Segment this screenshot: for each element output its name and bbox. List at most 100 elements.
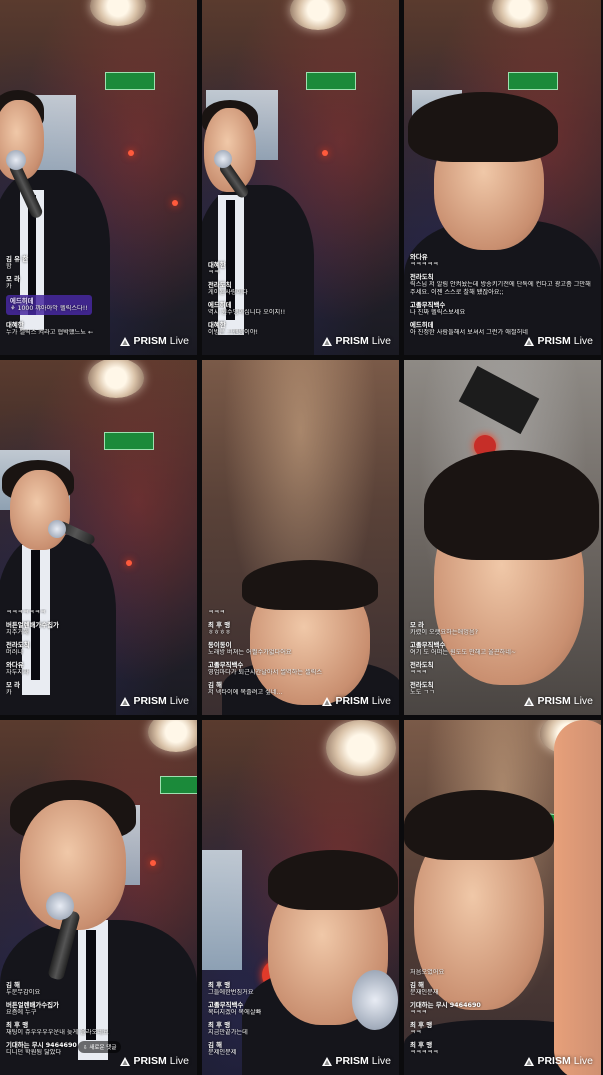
prism-logo-icon bbox=[120, 696, 131, 706]
chat-text: ㅋㅋㅋ bbox=[208, 609, 226, 616]
prism-logo-icon bbox=[524, 696, 535, 706]
stream-panel-5[interactable]: ㅋㅋㅋ 최 후 맹 ㅎㅎㅎㅎ 동이동이 노래방 버쳐는 어쩔수가없다어요 고졸무… bbox=[202, 360, 399, 715]
chat-text: 문재인문재 bbox=[410, 989, 439, 996]
chat-username: 전라도칙 bbox=[6, 641, 30, 649]
brand-suffix: Live bbox=[573, 335, 593, 347]
chat-username: 모 라 bbox=[6, 275, 20, 283]
brand-suffix: Live bbox=[371, 335, 391, 347]
chat-username: 김 해 bbox=[6, 981, 20, 989]
chat-text: 영업마다가 퇴근시간날아서 썰역하는 셀릭스 bbox=[208, 669, 323, 676]
exit-sign bbox=[104, 432, 154, 450]
chat-overlay: 모 라 카렸이 오랫요하는애멍음? 고졸무직백수 여기 도 어떠는 원도도 만해… bbox=[410, 617, 595, 697]
chat-text: ㅋㅋㅋ bbox=[410, 669, 428, 676]
chat-username: 고졸무직백수 bbox=[208, 661, 244, 669]
ceiling-light bbox=[326, 720, 396, 776]
chat-message: 최 후 맹 채팅이 쥬우우우우운내 늦게 올라오네요 bbox=[6, 1021, 191, 1037]
chat-message: 모 라 카 bbox=[6, 275, 191, 291]
chat-message: 최 후 맹 지금만끝가는데 bbox=[208, 1021, 393, 1037]
prism-live-watermark: PRISM Live bbox=[524, 695, 593, 707]
chat-message: 고졸무직백수 여기 도 어떠는 원도도 만해고 울끈하네~ bbox=[410, 641, 595, 657]
chat-message: 전라도칙 ㅋㅋㅋ bbox=[410, 661, 595, 677]
prism-live-watermark: PRISM Live bbox=[120, 335, 189, 347]
stream-panel-9[interactable]: 처음오였어요 김 해 문재인문재 기대하는 무시 9464690 ㅋㅋㅋ 최 후… bbox=[404, 720, 601, 1075]
chat-text: ㅋㅋ bbox=[208, 269, 220, 276]
prism-live-watermark: PRISM Live bbox=[322, 1055, 391, 1067]
chat-username: 전라도칙 bbox=[410, 661, 434, 669]
chat-overlay: 대혜한 ㅋㅋ 전라도칙 게이된사랑이다 에드히데 역시 원수맹이십니다 오이지!… bbox=[208, 257, 393, 337]
window bbox=[202, 850, 242, 970]
prism-live-watermark: PRISM Live bbox=[322, 335, 391, 347]
chat-text: ㅋㅋㅋㅋㅋ bbox=[410, 261, 439, 268]
exit-sign bbox=[508, 72, 558, 90]
brand-suffix: Live bbox=[169, 695, 189, 707]
chat-message: 동이동이 노래방 버쳐는 어쩔수가없다어요 bbox=[208, 641, 393, 657]
chat-username: 최 후 맹 bbox=[410, 1021, 433, 1029]
brand-suffix: Live bbox=[573, 695, 593, 707]
chat-message: 최 후 맹 그들에한번짐거요 bbox=[208, 981, 393, 997]
chat-text: 두문무감이요 bbox=[6, 989, 41, 996]
chat-text: ㅋㅋㅋㅋㅋㅋㅋ bbox=[6, 609, 46, 616]
stream-panel-1[interactable]: 김 유 한 함 모 라 카 에드히데 ⚘ 1000 꺄아아악 헬릭스다!! 대혜… bbox=[0, 0, 197, 355]
stream-panel-2[interactable]: 대혜한 ㅋㅋ 전라도칙 게이된사랑이다 에드히데 역시 원수맹이십니다 오이지!… bbox=[202, 0, 399, 355]
prism-logo-icon bbox=[120, 1056, 131, 1066]
prism-live-watermark: PRISM Live bbox=[524, 335, 593, 347]
chat-message: 전라도칙 릭스님 저 알림 안켜놨는데 방송키기전에 단톡에 컨다고 광고좀 그… bbox=[410, 273, 595, 297]
chat-message: 고졸무직백수 영업마다가 퇴근시간날아서 썰역하는 셀릭스 bbox=[208, 661, 393, 677]
chat-text: 노래방 버쳐는 어쩔수가없다어요 bbox=[208, 649, 292, 656]
chat-username: 버튼얼렌배가수집가 bbox=[6, 621, 59, 629]
brand-name: PRISM bbox=[335, 1055, 369, 1067]
chat-text: 나 진짜 헬릭스보세요 bbox=[410, 309, 466, 316]
chat-message: 고졸무직백수 목터지겠어 목에살빠 bbox=[208, 1001, 393, 1017]
brand-suffix: Live bbox=[169, 335, 189, 347]
prism-live-watermark: PRISM Live bbox=[322, 695, 391, 707]
donation-message: 에드히데 ⚘ 1000 꺄아아악 헬릭스다!! bbox=[6, 295, 92, 315]
stream-panel-4[interactable]: ㅋㅋㅋㅋㅋㅋㅋ 버튼얼렌배가수집가 치주거해 전라도칙 머러나 와다유 자두지자… bbox=[0, 360, 197, 715]
chat-text: 채팅이 쥬우우우우운내 늦게 올라오네요 bbox=[6, 1029, 109, 1036]
chat-username: 고졸무직백수 bbox=[410, 301, 446, 309]
prism-live-watermark: PRISM Live bbox=[120, 1055, 189, 1067]
brand-name: PRISM bbox=[335, 335, 369, 347]
chat-username: 최 후 맹 bbox=[208, 1021, 231, 1029]
chat-username: 최 후 맹 bbox=[6, 1021, 29, 1029]
chat-text: 그들에한번짐거요 bbox=[208, 989, 254, 996]
chat-overlay: 처음오였어요 김 해 문재인문재 기대하는 무시 9464690 ㅋㅋㅋ 최 후… bbox=[410, 965, 595, 1057]
stream-panel-3[interactable]: 와다유 ㅋㅋㅋㅋㅋ 전라도칙 릭스님 저 알림 안켜놨는데 방송키기전에 단톡에… bbox=[404, 0, 601, 355]
brand-name: PRISM bbox=[537, 695, 571, 707]
prism-logo-icon bbox=[322, 696, 333, 706]
chat-message: ㅋㅋㅋ bbox=[208, 609, 393, 617]
exit-sign bbox=[160, 776, 197, 794]
chat-message: 대혜한 ㅋㅋ bbox=[208, 261, 393, 277]
chat-text: 릭스님 저 알림 안켜놨는데 방송키기전에 단톡에 컨다고 광고좀 그만해주세요… bbox=[410, 281, 591, 296]
chat-message: 처음오였어요 bbox=[410, 969, 595, 977]
prism-logo-icon bbox=[322, 336, 333, 346]
stream-panel-7[interactable]: 김 해 두문무감이요 버튼얼렌배가수집가 요즘에 누구 최 후 맹 채팅이 쥬우… bbox=[0, 720, 197, 1075]
chat-text: 함 bbox=[6, 263, 12, 270]
chat-username: 기대하는 무시 9464690 bbox=[410, 1001, 481, 1009]
new-comments-button[interactable]: ⇩ 새로운 댓글 bbox=[78, 1041, 122, 1053]
party-light bbox=[172, 200, 178, 206]
chat-overlay: 와다유 ㅋㅋㅋㅋㅋ 전라도칙 릭스님 저 알림 안켜놨는데 방송키기전에 단톡에… bbox=[410, 249, 595, 337]
chat-username: 에드히데 bbox=[208, 301, 232, 309]
chat-username: 모 라 bbox=[410, 621, 424, 629]
chat-message: 와다유 ㅋㅋㅋㅋㅋ bbox=[410, 253, 595, 269]
prism-logo-icon bbox=[524, 1056, 535, 1066]
chat-text: ㅎㅎㅎㅎ bbox=[208, 629, 231, 636]
chat-message: 와다유 자두지자 bbox=[6, 661, 191, 677]
chat-text: ㅋㅋㅋ bbox=[410, 1009, 428, 1016]
donation-text: ⚘ 1000 꺄아아악 헬릭스다!! bbox=[10, 305, 88, 312]
chat-username: 버튼얼렌배가수집가 bbox=[6, 1001, 59, 1009]
brand-name: PRISM bbox=[537, 335, 571, 347]
chat-text: 치주거해 bbox=[6, 629, 29, 636]
chat-username: 김 해 bbox=[410, 981, 424, 989]
chat-text: 역시 원수맹이십니다 오이지!! bbox=[208, 309, 286, 316]
stream-panel-8[interactable]: 최 후 맹 그들에한번짐거요 고졸무직백수 목터지겠어 목에살빠 최 후 맹 지… bbox=[202, 720, 399, 1075]
stream-panel-6[interactable]: 모 라 카렸이 오랫요하는애멍음? 고졸무직백수 여기 도 어떠는 원도도 만해… bbox=[404, 360, 601, 715]
chat-text: ㅋㅋ bbox=[410, 1029, 422, 1036]
chat-username: 김 유 한 bbox=[6, 255, 29, 263]
chat-message: 김 해 두문무감이요 bbox=[6, 981, 191, 997]
brand-suffix: Live bbox=[573, 1055, 593, 1067]
chat-username: 모 라 bbox=[6, 681, 20, 689]
party-light bbox=[150, 860, 156, 866]
exit-sign bbox=[105, 72, 155, 90]
chat-text: 카 bbox=[6, 283, 12, 290]
